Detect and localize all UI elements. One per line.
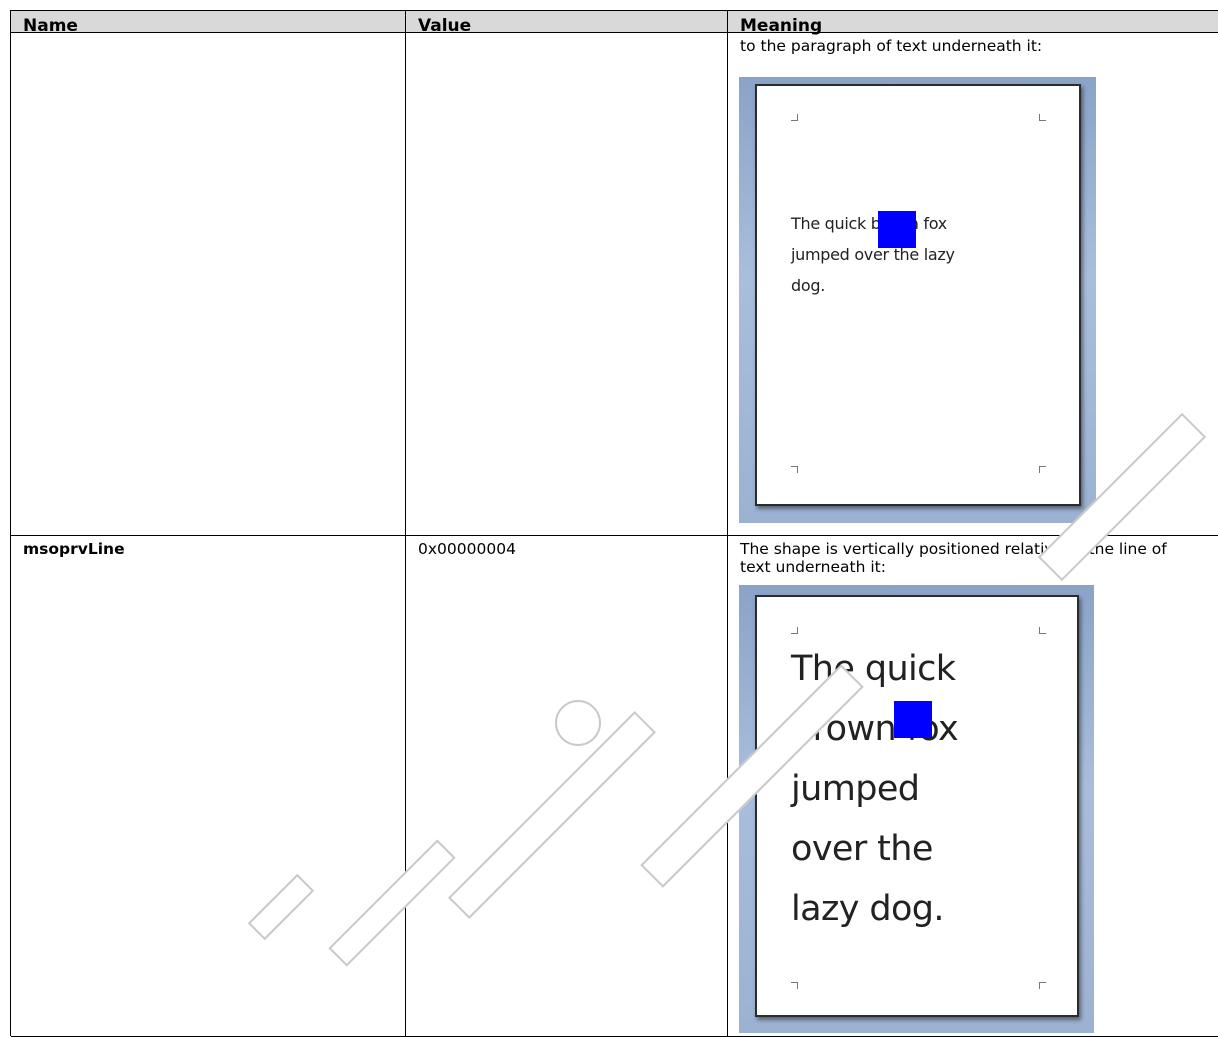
preview-page: The quick brown fox jumped over the lazy…: [755, 595, 1079, 1017]
row-meaning-text: The shape is vertically positioned relat…: [740, 540, 1167, 576]
blue-square-shape: [894, 701, 932, 738]
preview-page: The quick brown fox jumped over the lazy…: [755, 84, 1081, 506]
header-value: Value: [406, 11, 728, 36]
row-name: msoprvLine: [23, 540, 125, 558]
header-meaning: Meaning: [728, 11, 1218, 36]
watermark-dot: [555, 700, 601, 746]
margin-corner-icon: [791, 466, 798, 473]
margin-corner-icon: [791, 627, 798, 634]
margin-corner-icon: [1039, 982, 1046, 989]
margin-corner-icon: [1039, 627, 1046, 634]
blue-square-shape: [878, 211, 916, 248]
preview-sample-text: The quick brown fox jumped over the lazy…: [791, 649, 959, 929]
continued-name-cell: [11, 33, 406, 536]
margin-corner-icon: [1039, 114, 1046, 121]
margin-corner-icon: [791, 982, 798, 989]
preview-sample-text: The quick brown fox jumped over the lazy…: [791, 214, 955, 295]
margin-corner-icon: [791, 114, 798, 121]
line-preview-image: The quick brown fox jumped over the lazy…: [739, 585, 1094, 1033]
continued-value-cell: [406, 33, 728, 536]
paragraph-preview-image: The quick brown fox jumped over the lazy…: [739, 77, 1096, 523]
margin-corner-icon: [1039, 466, 1046, 473]
header-name: Name: [11, 11, 406, 36]
row-value: 0x00000004: [418, 540, 516, 558]
continued-meaning-text: to the paragraph of text underneath it:: [740, 37, 1043, 55]
